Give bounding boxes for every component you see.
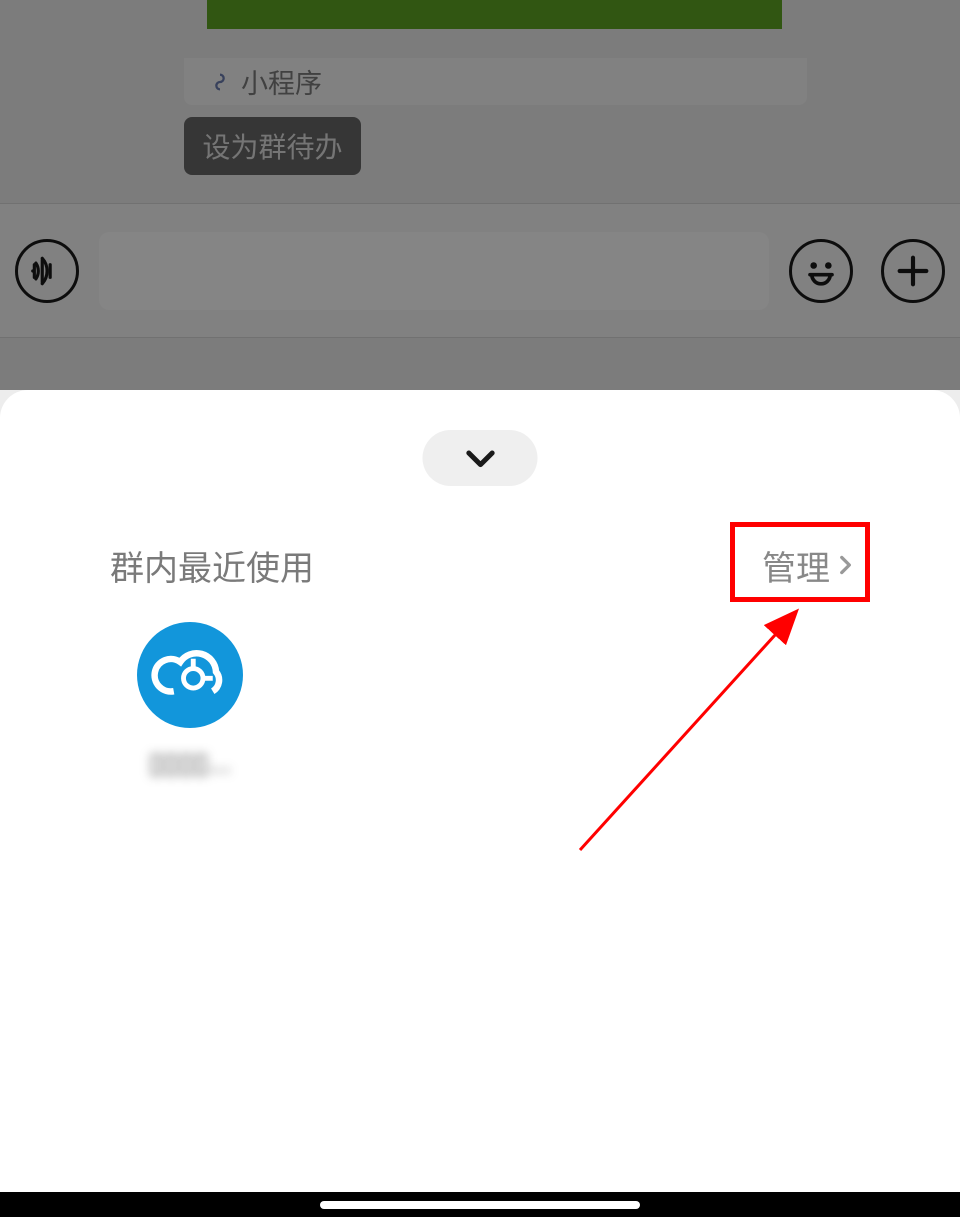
modal-overlay[interactable]	[0, 0, 960, 390]
section-header: 群内最近使用 管理	[110, 535, 870, 595]
collapse-handle[interactable]	[423, 430, 538, 486]
chevron-down-icon	[460, 438, 500, 478]
section-title: 群内最近使用	[110, 541, 314, 590]
recent-app-item[interactable]: ▯▯▯▯...	[110, 622, 270, 779]
chevron-right-icon	[832, 552, 858, 578]
annotation-arrow	[570, 595, 810, 855]
manage-button[interactable]: 管理	[750, 533, 870, 598]
app-name: ▯▯▯▯...	[149, 748, 231, 779]
home-indicator[interactable]	[320, 1201, 640, 1209]
app-icon	[137, 622, 243, 728]
miniprogram-panel: 群内最近使用 管理 ▯▯▯▯...	[0, 390, 960, 1192]
manage-label: 管理	[762, 541, 830, 590]
cloud-icon	[151, 636, 229, 714]
